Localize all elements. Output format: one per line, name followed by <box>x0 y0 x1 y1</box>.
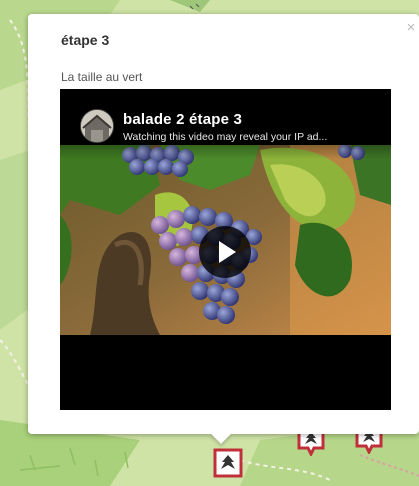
vine-leaf-icon <box>213 448 243 478</box>
play-button[interactable] <box>199 226 251 278</box>
map-marker-selected[interactable] <box>213 448 243 480</box>
video-title[interactable]: balade 2 étape 3 <box>123 111 242 128</box>
popup-subtitle: La taille au vert <box>61 70 143 84</box>
close-button[interactable]: × <box>404 20 418 36</box>
video-player[interactable]: balade 2 étape 3 Watching this video may… <box>60 89 391 410</box>
channel-avatar[interactable] <box>80 109 114 143</box>
popup-title: étape 3 <box>61 32 110 48</box>
play-icon <box>219 241 236 263</box>
video-privacy-warning: Watching this video may reveal your IP a… <box>123 131 328 143</box>
channel-avatar-icon <box>81 110 113 142</box>
